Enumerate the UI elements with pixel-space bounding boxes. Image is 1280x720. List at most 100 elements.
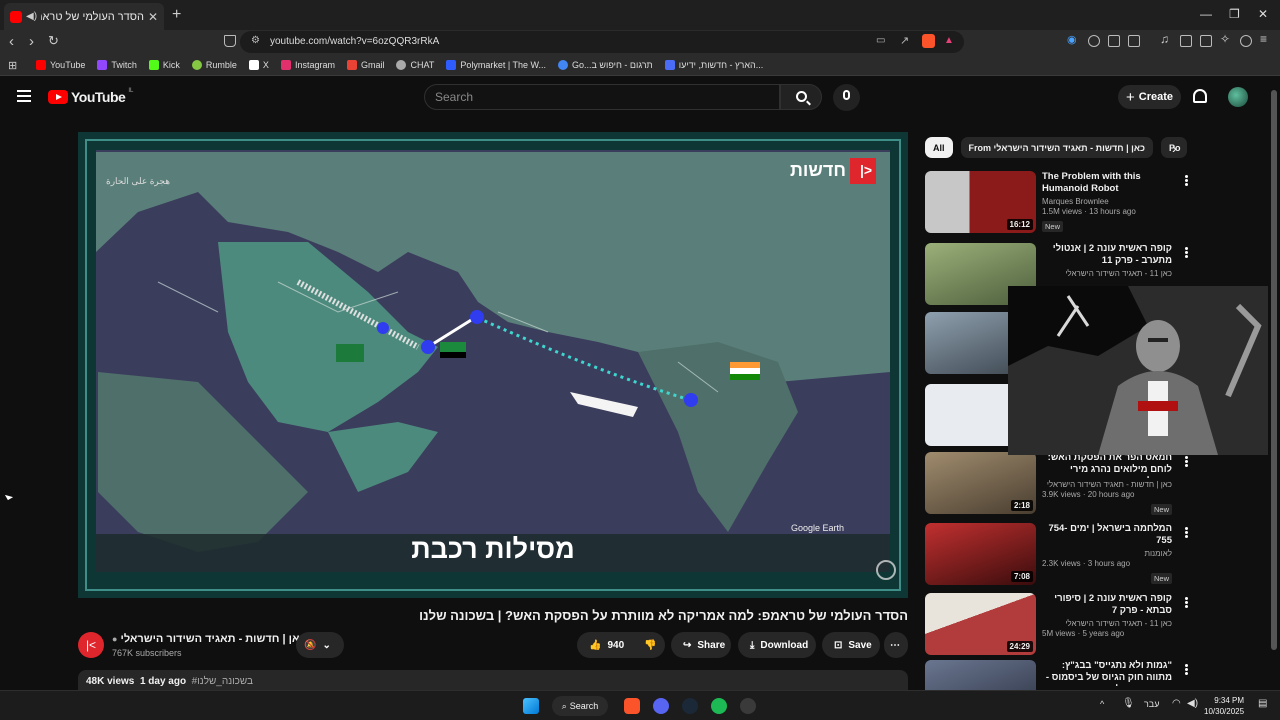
save-button[interactable]: ⊡ Save	[822, 632, 880, 658]
discord-icon[interactable]	[653, 698, 669, 714]
steam-icon[interactable]	[682, 698, 698, 714]
audio-icon[interactable]: ◀)	[26, 11, 37, 22]
video-player[interactable]: חדשות |> هجرة على الحارة מסילות רכבת Goo…	[78, 132, 908, 598]
list-item[interactable]: 24:29 קופה ראשית עונה 2 | סיפורי סבתא - …	[925, 593, 1265, 657]
chevron-up-icon[interactable]: ^	[1100, 699, 1104, 709]
taskbar-search[interactable]: ⌕ Search	[552, 696, 608, 716]
bookmark-favicon-icon	[248, 59, 259, 70]
bookmark-item[interactable]: Kick	[148, 59, 180, 70]
channel-avatar[interactable]: |<	[78, 632, 104, 658]
share-page-icon[interactable]: ↗	[900, 34, 909, 47]
forward-button[interactable]: ›	[29, 33, 34, 50]
language-indicator[interactable]: עבר	[1144, 699, 1159, 709]
channel-name[interactable]: כאן | חדשות - תאגיד השידור הישראלי ●	[112, 633, 306, 645]
windows-start-icon[interactable]	[523, 698, 539, 714]
apps-grid-icon[interactable]: ⊞	[8, 59, 17, 72]
list-item[interactable]: 7:08 המלחמה בישראל | ימים 754-755 לאומנות…	[925, 523, 1265, 587]
extensions-icon[interactable]	[1108, 35, 1120, 47]
brave-rewards-icon[interactable]: ▲	[944, 35, 954, 46]
taskbar-clock[interactable]: 9:34 PM 10/30/2025	[1204, 695, 1244, 717]
translate-icon[interactable]: ◉	[1067, 33, 1079, 46]
search-icon	[796, 91, 807, 102]
app-icon[interactable]	[740, 698, 756, 714]
wallet-panel-icon[interactable]	[1200, 35, 1212, 47]
cast-icon[interactable]: ▭	[876, 35, 885, 46]
back-button[interactable]: ‹	[9, 33, 14, 50]
bookmark-item[interactable]: CHAT	[396, 59, 434, 70]
chip-from-channel[interactable]: From כאן | חדשות - תאגיד השידור הישראלי	[960, 137, 1153, 158]
like-button[interactable]: 👍 940	[589, 640, 624, 651]
video-thumbnail[interactable]: 24:29	[925, 593, 1036, 655]
minimize-icon[interactable]: —	[1200, 7, 1212, 21]
video-thumbnail[interactable]: 16:12	[925, 171, 1036, 233]
search-input[interactable]	[424, 84, 780, 110]
chip-all[interactable]: All	[925, 137, 953, 158]
page-scrollbar[interactable]	[1268, 76, 1280, 690]
music-icon[interactable]: ♫	[1160, 32, 1172, 46]
vpn-icon[interactable]	[1088, 35, 1100, 47]
leo-ai-icon[interactable]: ✧	[1220, 32, 1232, 46]
bookmark-icon[interactable]	[224, 35, 236, 47]
create-button[interactable]: + Create	[1118, 85, 1181, 109]
more-options-icon[interactable]	[1185, 456, 1188, 459]
share-button[interactable]: ↪ Share	[671, 632, 731, 658]
video-thumbnail[interactable]	[925, 660, 1036, 690]
menu-icon[interactable]	[17, 90, 31, 102]
list-item[interactable]: "גמות ולא נתגייס" בבג"ץ: מתווה חוק הגיוס…	[925, 660, 1265, 690]
hashtag[interactable]: #בשכונה_שלנו	[192, 676, 253, 687]
bookmark-item[interactable]: X	[248, 59, 269, 70]
dislike-button[interactable]: 👎	[644, 640, 656, 651]
wifi-icon[interactable]: ◠	[1172, 698, 1181, 709]
list-item[interactable]: 2:18 חמאס הפר את הפסקת האש: לוחם מילואים…	[925, 452, 1265, 516]
browser-tab[interactable]: ◀) הסדר העולמי של טראמפ: למה ✕	[4, 3, 164, 30]
chevron-down-icon: ⌄	[322, 639, 331, 651]
bookmark-item[interactable]: Instagram	[280, 59, 335, 70]
brave-browser-icon[interactable]	[624, 698, 640, 714]
video-thumbnail[interactable]: 2:18	[925, 452, 1036, 514]
reload-button[interactable]: ↻	[48, 33, 59, 49]
subscribed-notifications-button[interactable]: 🔕 ⌄	[296, 632, 344, 658]
more-actions-button[interactable]: ⋯	[884, 632, 908, 658]
more-options-icon[interactable]	[1185, 175, 1188, 178]
bookmark-item[interactable]: Polymarket | The W...	[446, 59, 546, 70]
new-tab-button[interactable]: +	[172, 6, 181, 24]
plus-icon: +	[1125, 88, 1135, 106]
bookmark-item[interactable]: הארץ - חדשות, ידיעו...	[664, 59, 763, 70]
list-item[interactable]: 16:12 The Problem with this Humanoid Rob…	[925, 171, 1265, 235]
more-options-icon[interactable]	[1185, 597, 1188, 600]
bookmark-item[interactable]: Rumble	[191, 59, 237, 70]
notifications-bell-icon[interactable]	[1193, 89, 1207, 103]
bookmark-item[interactable]: Gmail	[346, 59, 384, 70]
download-button[interactable]: ⤓ Download	[738, 632, 816, 658]
voice-search-button[interactable]	[833, 84, 860, 111]
notification-icon[interactable]: ▤	[1258, 698, 1267, 709]
account-avatar[interactable]	[1228, 87, 1248, 107]
video-thumbnail[interactable]: 7:08	[925, 523, 1036, 585]
spotify-icon[interactable]	[711, 698, 727, 714]
scrollbar-thumb[interactable]	[1271, 90, 1277, 650]
restore-icon[interactable]: ❐	[1229, 7, 1240, 21]
volume-icon[interactable]: ◀)	[1187, 698, 1198, 709]
close-tab-icon[interactable]: ✕	[148, 10, 158, 24]
shield-icon[interactable]	[1240, 35, 1252, 47]
site-settings-icon[interactable]: ⚙	[251, 35, 260, 46]
microphone-icon[interactable]: 🎙	[1122, 698, 1135, 709]
sidebar-icon[interactable]	[1180, 35, 1192, 47]
youtube-logo[interactable]: YouTube IL	[48, 88, 133, 105]
bookmark-item[interactable]: YouTube	[36, 59, 85, 70]
search-button[interactable]	[780, 84, 822, 110]
menu-icon[interactable]: ≡	[1260, 32, 1272, 46]
search-icon: ⌕	[561, 700, 567, 711]
close-window-icon[interactable]: ✕	[1258, 7, 1268, 21]
more-options-icon[interactable]	[1185, 247, 1188, 250]
brave-shields-icon[interactable]	[922, 34, 935, 48]
download-icon: ⤓	[750, 639, 755, 651]
chips-next-icon[interactable]: ›	[1172, 140, 1177, 156]
address-bar[interactable]: ⚙ youtube.com/watch?v=6ozQQR3rRkA ▭ ↗ ▲	[240, 31, 964, 53]
wallet-icon[interactable]	[1128, 35, 1140, 47]
bookmark-favicon-icon	[396, 59, 407, 70]
bookmark-item[interactable]: Go...תרגום - חיפוש ב	[558, 59, 653, 70]
more-options-icon[interactable]	[1185, 664, 1188, 667]
more-options-icon[interactable]	[1185, 527, 1188, 530]
bookmark-item[interactable]: Twitch	[97, 59, 137, 70]
